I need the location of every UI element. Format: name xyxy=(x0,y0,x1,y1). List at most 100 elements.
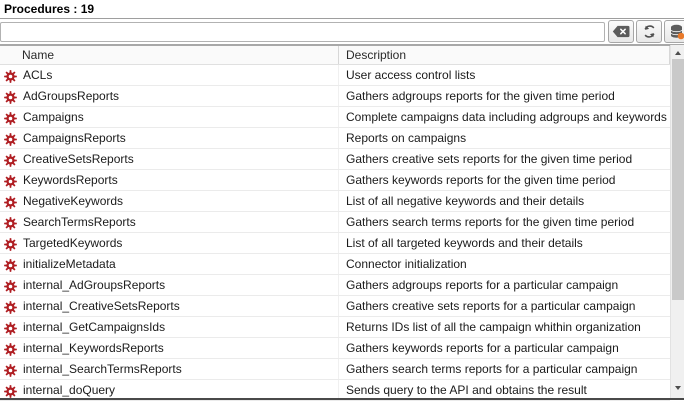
procedure-name-cell: CampaignsReports xyxy=(0,128,339,148)
column-header-name[interactable]: Name xyxy=(0,46,339,64)
window-bottom-edge xyxy=(0,398,684,400)
procedure-description: Gathers adgroups reports for the given t… xyxy=(339,86,670,106)
table-row[interactable]: SearchTermsReports Gathers search terms r… xyxy=(0,212,670,233)
table-row[interactable]: internal_SearchTermsReports Gathers searc… xyxy=(0,359,670,380)
gear-icon xyxy=(4,153,17,166)
gear-icon xyxy=(4,237,17,250)
panel-header: Procedures : 19 xyxy=(0,0,684,19)
gear-icon xyxy=(4,258,17,271)
column-header-description[interactable]: Description xyxy=(339,46,670,64)
procedure-description: Gathers search terms reports for the giv… xyxy=(339,212,670,232)
procedure-name: internal_KeywordsReports xyxy=(23,338,164,358)
procedure-name-cell: NegativeKeywords xyxy=(0,191,339,211)
scrollbar-thumb[interactable] xyxy=(672,59,684,300)
table-row[interactable]: internal_CreativeSetsReports Gathers crea… xyxy=(0,296,670,317)
toolbar xyxy=(0,19,684,46)
scroll-up-icon[interactable] xyxy=(671,47,684,59)
procedure-name: CreativeSetsReports xyxy=(23,149,134,169)
procedure-description: Returns IDs list of all the campaign whi… xyxy=(339,317,670,337)
refresh-icon xyxy=(642,24,657,39)
procedure-name: Campaigns xyxy=(23,107,84,127)
procedure-name-cell: ACLs xyxy=(0,65,339,85)
gear-icon xyxy=(4,90,17,103)
gear-icon xyxy=(4,174,17,187)
procedure-description: Gathers keywords reports for the given t… xyxy=(339,170,670,190)
procedure-name-cell: internal_AdGroupsReports xyxy=(0,275,339,295)
gear-icon xyxy=(4,300,17,313)
gear-icon xyxy=(4,363,17,376)
table-row[interactable]: AdGroupsReports Gathers adgroups reports … xyxy=(0,86,670,107)
database-button[interactable] xyxy=(664,20,684,43)
backspace-clear-icon xyxy=(612,25,630,38)
procedure-name: AdGroupsReports xyxy=(23,86,119,106)
procedure-name: internal_doQuery xyxy=(23,380,115,400)
table-row[interactable]: internal_AdGroupsReports Gathers adgroups… xyxy=(0,275,670,296)
procedure-name: KeywordsReports xyxy=(23,170,118,190)
procedure-name: initializeMetadata xyxy=(23,254,116,274)
procedure-name-cell: AdGroupsReports xyxy=(0,86,339,106)
procedure-name-cell: Campaigns xyxy=(0,107,339,127)
scroll-down-icon[interactable] xyxy=(671,382,684,394)
procedure-name-cell: CreativeSetsReports xyxy=(0,149,339,169)
procedure-description: User access control lists xyxy=(339,65,670,85)
table-row[interactable]: Campaigns Complete campaigns data includi… xyxy=(0,107,670,128)
refresh-button[interactable] xyxy=(636,20,662,43)
database-icon xyxy=(669,24,684,40)
clear-search-button[interactable] xyxy=(608,20,634,43)
table-body: ACLsUser access control listsAdGroupsRep… xyxy=(0,65,670,401)
gear-icon xyxy=(4,195,17,208)
procedure-name-cell: internal_doQuery xyxy=(0,380,339,400)
table-row[interactable]: CreativeSetsReports Gathers creative sets… xyxy=(0,149,670,170)
procedure-description: Gathers creative sets reports for the gi… xyxy=(339,149,670,169)
gear-icon xyxy=(4,384,17,397)
procedure-name: TargetedKeywords xyxy=(23,233,122,253)
table-row[interactable]: NegativeKeywords List of all negative key… xyxy=(0,191,670,212)
gear-icon xyxy=(4,279,17,292)
page-title: Procedures : 19 xyxy=(4,2,94,16)
procedure-description: Complete campaigns data including adgrou… xyxy=(339,107,670,127)
table-row[interactable]: KeywordsReports Gathers keywords reports … xyxy=(0,170,670,191)
procedure-name-cell: TargetedKeywords xyxy=(0,233,339,253)
procedure-description: List of all negative keywords and their … xyxy=(339,191,670,211)
procedure-description: Gathers adgroups reports for a particula… xyxy=(339,275,670,295)
procedure-name: NegativeKeywords xyxy=(23,191,123,211)
procedure-name-cell: internal_SearchTermsReports xyxy=(0,359,339,379)
procedure-description: Gathers creative sets reports for a part… xyxy=(339,296,670,316)
procedure-name-cell: internal_GetCampaignsIds xyxy=(0,317,339,337)
gear-icon xyxy=(4,342,17,355)
procedure-name-cell: initializeMetadata xyxy=(0,254,339,274)
procedure-description: List of all targeted keywords and their … xyxy=(339,233,670,253)
table-row[interactable]: ACLs User access control lists xyxy=(0,65,670,86)
procedure-name: internal_SearchTermsReports xyxy=(23,359,182,379)
procedure-name: SearchTermsReports xyxy=(23,212,136,232)
procedure-description: Sends query to the API and obtains the r… xyxy=(339,380,670,400)
gear-icon xyxy=(4,111,17,124)
procedure-name: internal_GetCampaignsIds xyxy=(23,317,165,337)
procedures-table: Name Description ACLs User access control… xyxy=(0,46,670,401)
table-row[interactable]: internal_GetCampaignsIds Returns IDs list… xyxy=(0,317,670,338)
table-row[interactable]: CampaignsReports Reports on campaigns xyxy=(0,128,670,149)
procedure-description: Reports on campaigns xyxy=(339,128,670,148)
gear-icon xyxy=(4,321,17,334)
procedure-name: internal_AdGroupsReports xyxy=(23,275,165,295)
vertical-scrollbar[interactable] xyxy=(670,45,684,400)
gear-icon xyxy=(4,132,17,145)
procedure-name-cell: internal_KeywordsReports xyxy=(0,338,339,358)
procedure-name-cell: KeywordsReports xyxy=(0,170,339,190)
gear-icon xyxy=(4,69,17,82)
procedure-name-cell: SearchTermsReports xyxy=(0,212,339,232)
table-header-row: Name Description xyxy=(0,46,670,65)
table-row[interactable]: internal_KeywordsReports Gathers keywords… xyxy=(0,338,670,359)
procedure-description: Gathers keywords reports for a particula… xyxy=(339,338,670,358)
table-row[interactable]: TargetedKeywords List of all targeted key… xyxy=(0,233,670,254)
gear-icon xyxy=(4,216,17,229)
search-input[interactable] xyxy=(0,22,605,42)
procedure-description: Gathers search terms reports for a parti… xyxy=(339,359,670,379)
procedure-name: internal_CreativeSetsReports xyxy=(23,296,180,316)
procedure-description: Connector initialization xyxy=(339,254,670,274)
procedure-name-cell: internal_CreativeSetsReports xyxy=(0,296,339,316)
procedure-name: ACLs xyxy=(23,65,52,85)
table-row[interactable]: initializeMetadata Connector initializati… xyxy=(0,254,670,275)
procedures-panel: Procedures : 19 xyxy=(0,0,684,402)
procedure-name: CampaignsReports xyxy=(23,128,126,148)
